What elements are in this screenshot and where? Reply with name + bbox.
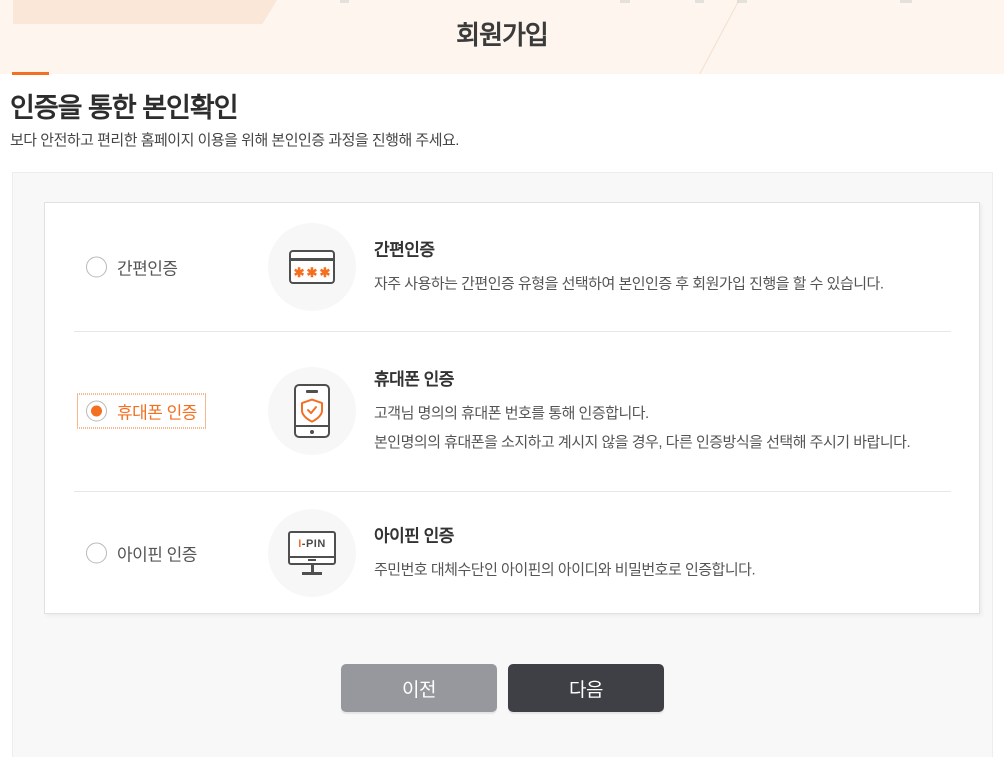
monitor-button: [308, 559, 316, 561]
ipin-monitor-icon: I-PIN: [288, 530, 336, 575]
verification-panel: 간편인증 ✱✱✱ 간편인증 자주 사용하는 간편인증 유형을 선택하여 본인인증…: [12, 172, 993, 757]
option-description: 고객님 명의의 휴대폰 번호를 통해 인증합니다.: [374, 405, 649, 422]
phone-bezel: [296, 425, 328, 436]
phone-speaker: [306, 390, 318, 393]
radio-label[interactable]: 휴대폰 인증: [117, 399, 197, 424]
section-description: 보다 안전하고 편리한 홈페이지 이용을 위해 본인인증 과정을 진행해 주세요…: [10, 132, 459, 149]
radio-phone-auth[interactable]: 휴대폰 인증: [77, 393, 206, 429]
radio-circle[interactable]: [86, 400, 107, 422]
radio-circle[interactable]: [86, 256, 107, 278]
monitor-bezel: [290, 555, 334, 563]
monitor-base: [302, 571, 322, 575]
shield-check-icon: [301, 398, 323, 423]
option-row-ipin-auth: 아이핀 인증 I-PIN 아이핀 인증 주민번호 대체수단인 아이핀의 아이디와…: [45, 491, 979, 614]
banner-decor-mark: [695, 0, 704, 3]
banner-decor-mark: [737, 0, 747, 3]
option-description: 주민번호 대체수단인 아이핀의 아이디와 비밀번호로 인증합니다.: [374, 561, 756, 578]
radio-simple-auth[interactable]: 간편인증: [78, 251, 186, 284]
signup-page: 회원가입 인증을 통한 본인확인 보다 안전하고 편리한 홈페이지 이용을 위해…: [0, 0, 1004, 757]
option-title: 아이핀 인증: [374, 526, 454, 545]
card-asterisks: ✱✱✱: [293, 264, 333, 280]
option-icon-circle: I-PIN: [268, 508, 356, 597]
radio-label[interactable]: 아이핀 인증: [117, 540, 197, 565]
phone-shield-icon: [294, 384, 330, 438]
auth-options-box: 간편인증 ✱✱✱ 간편인증 자주 사용하는 간편인증 유형을 선택하여 본인인증…: [44, 202, 980, 614]
banner-decor-mark: [620, 0, 630, 3]
ipin-label: I-PIN: [298, 537, 326, 550]
page-title: 회원가입: [456, 20, 549, 50]
option-text: 간편인증 자주 사용하는 간편인증 유형을 선택하여 본인인증 후 회원가입 진…: [374, 236, 964, 299]
radio-ipin-auth[interactable]: 아이핀 인증: [78, 536, 205, 569]
option-text: 아이핀 인증 주민번호 대체수단인 아이핀의 아이디와 비밀번호로 인증합니다.: [374, 521, 964, 584]
button-row: 이전 다음: [13, 664, 992, 712]
option-title: 간편인증: [374, 240, 435, 260]
card-stripe: [291, 258, 333, 261]
accent-bar: [12, 72, 49, 75]
banner-decor-mark: [340, 0, 349, 3]
card-password-icon: ✱✱✱: [289, 250, 335, 284]
prev-button[interactable]: 이전: [341, 664, 497, 712]
monitor-screen: I-PIN: [288, 530, 336, 565]
option-description: 자주 사용하는 간편인증 유형을 선택하여 본인인증 후 회원가입 진행을 할 …: [374, 275, 884, 293]
radio-circle[interactable]: [86, 542, 107, 563]
option-title: 휴대폰 인증: [374, 370, 454, 389]
monitor-stand: [310, 564, 314, 572]
option-icon-circle: [268, 367, 356, 455]
option-text: 휴대폰 인증 고객님 명의의 휴대폰 번호를 통해 인증합니다. 본인명의의 휴…: [374, 365, 964, 457]
section-heading: 인증을 통한 본인확인: [10, 93, 239, 123]
option-row-simple-auth: 간편인증 ✱✱✱ 간편인증 자주 사용하는 간편인증 유형을 선택하여 본인인증…: [45, 203, 979, 331]
page-banner: 회원가입: [0, 0, 1004, 74]
banner-decor-mark: [900, 0, 912, 3]
option-icon-circle: ✱✱✱: [268, 223, 356, 311]
option-row-phone-auth: 휴대폰 인증 휴대폰 인증 고객님 명의의 휴대폰 번호를 통해 인증합니다. …: [45, 331, 979, 491]
phone-home-button: [310, 429, 314, 434]
next-button[interactable]: 다음: [508, 664, 664, 712]
option-description-2: 본인명의의 휴대폰을 소지하고 계시지 않을 경우, 다른 인증방식을 선택해 …: [374, 434, 911, 451]
radio-label[interactable]: 간편인증: [117, 255, 178, 280]
